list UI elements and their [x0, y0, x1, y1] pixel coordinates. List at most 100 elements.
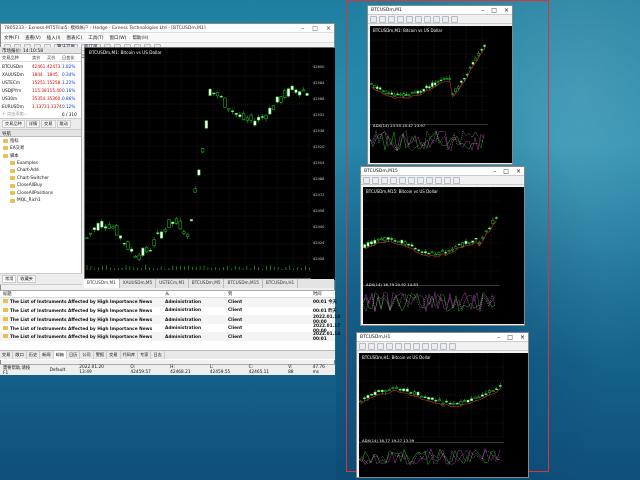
tool-icon[interactable] — [408, 177, 415, 184]
mailbox-row[interactable]: The List of Instruments Affected by High… — [0, 324, 335, 333]
maximize-icon[interactable]: □ — [491, 7, 497, 14]
toolbox-tab[interactable]: 警报 — [94, 351, 107, 359]
menu-view[interactable]: 查看(V) — [25, 35, 41, 41]
menu-tools[interactable]: 工具(T) — [88, 35, 103, 41]
tool-icon[interactable] — [388, 16, 395, 23]
main-chart[interactable]: 42600 42584 42568 42552 42536 42520 42504 42488… — [84, 47, 334, 279]
toolbox-tab[interactable]: 交易 — [107, 351, 120, 359]
tab-common[interactable]: 常用 — [2, 275, 16, 283]
market-watch-row[interactable]: US30m 35354. 35360. 0.86% — [0, 94, 81, 102]
market-watch-row[interactable]: BTCUSDm 42461. 42473. 1.82% — [0, 62, 81, 70]
market-watch-row[interactable]: USDJPYm 115.38 115.40 0.16% — [0, 86, 81, 94]
tab-details[interactable]: 详情 — [26, 120, 40, 128]
toolbox-tab[interactable]: 代码库 — [121, 351, 139, 359]
chart-tab[interactable]: XAUUSDm,M5 — [120, 279, 156, 288]
navigator-item[interactable]: CloseAllPositions — [0, 190, 81, 198]
col-title[interactable]: 标题 — [3, 291, 165, 297]
navigator-item[interactable]: Chart-Switcher — [0, 175, 81, 183]
market-watch-row[interactable]: EURUSDm 1.1373 1.1374 0.12% — [0, 102, 81, 110]
minimize-icon[interactable]: – — [493, 168, 496, 175]
tool-icon[interactable] — [442, 16, 449, 23]
mailbox-row[interactable]: The List of Instruments Affected by High… — [0, 307, 335, 316]
toolbox-tab[interactable]: 敞口 — [13, 351, 26, 359]
tool-icon[interactable] — [449, 343, 456, 350]
chart-tab[interactable]: BTCUSDm,M15 — [224, 279, 262, 288]
market-watch-row[interactable]: USTECm 15251. 15258. 1.22% — [0, 78, 81, 86]
close-icon[interactable]: × — [504, 7, 509, 14]
navigator-item[interactable]: EA交易 — [0, 145, 81, 153]
tool-icon[interactable] — [368, 343, 375, 350]
tool-icon[interactable] — [453, 177, 460, 184]
navigator-item[interactable]: 脚本 — [0, 152, 81, 160]
tool-icon[interactable] — [397, 16, 404, 23]
market-watch-row[interactable]: XAUUSDm 1844. 1845. 0.34% — [0, 70, 81, 78]
tool-icon[interactable] — [377, 343, 384, 350]
col-ask[interactable]: 买价 — [47, 55, 62, 61]
toolbox-tab[interactable]: 日志 — [151, 351, 164, 359]
minimize-icon[interactable]: – — [301, 25, 304, 32]
chart-plot[interactable]: BTCUSDm,H1: Bitcoin vs US Dollar ADX(14)… — [359, 353, 528, 477]
mailbox-row[interactable]: The List of Instruments Affected by High… — [0, 298, 335, 307]
tool-icon[interactable] — [395, 343, 402, 350]
col-to[interactable]: 到 — [228, 291, 313, 297]
menu-help[interactable]: 帮助(H) — [132, 35, 148, 41]
tool-icon[interactable] — [440, 343, 447, 350]
chart-window-m15[interactable]: BTCUSDm,M15 – □ × BTCUSDm,M15: Bitcoin vs U… — [360, 166, 525, 326]
tool-icon[interactable] — [424, 16, 431, 23]
toolbox-tab[interactable]: 交易 — [0, 351, 13, 359]
tool-icon[interactable] — [372, 177, 379, 184]
col-from[interactable]: 从 — [165, 291, 228, 297]
tool-icon[interactable] — [390, 177, 397, 184]
menu-insert[interactable]: 插入(I) — [47, 35, 61, 41]
tool-icon[interactable] — [404, 343, 411, 350]
tool-icon[interactable] — [399, 177, 406, 184]
tool-icon[interactable] — [433, 16, 440, 23]
tool-icon[interactable] — [386, 343, 393, 350]
tool-icon[interactable] — [379, 16, 386, 23]
tool-icon[interactable] — [413, 343, 420, 350]
close-icon[interactable]: × — [516, 168, 521, 175]
mailbox-row[interactable]: The List of Instruments Affected by High… — [0, 315, 335, 324]
tool-icon[interactable] — [435, 177, 442, 184]
tab-favorites[interactable]: 收藏夹 — [17, 275, 36, 283]
toolbox-tab[interactable]: 专家 — [138, 351, 151, 359]
chart-tab[interactable]: USTECm,M1 — [156, 279, 189, 288]
col-bid[interactable]: 卖价 — [32, 55, 47, 61]
chart-tab[interactable]: BTCUSDm,M5 — [189, 279, 225, 288]
tool-icon[interactable] — [426, 177, 433, 184]
toolbox-tab[interactable]: 历史 — [27, 351, 40, 359]
navigator-item[interactable]: Chart-Add — [0, 167, 81, 175]
close-icon[interactable]: × — [520, 334, 525, 341]
tool-icon[interactable] — [381, 177, 388, 184]
navigator-item[interactable]: 指标 — [0, 137, 81, 145]
close-icon[interactable]: × — [326, 25, 331, 32]
tool-icon[interactable] — [417, 177, 424, 184]
navigator-item[interactable]: Examples — [0, 160, 81, 168]
col-time[interactable]: 时间 — [313, 291, 338, 297]
tool-icon[interactable] — [415, 16, 422, 23]
tool-icon[interactable] — [370, 16, 377, 23]
toolbox-tab[interactable]: 新闻 — [40, 351, 53, 359]
minimize-icon[interactable]: – — [497, 334, 500, 341]
tool-icon[interactable] — [406, 16, 413, 23]
maximize-icon[interactable]: □ — [507, 334, 513, 341]
mailbox-row[interactable]: The List of Instruments Affected by High… — [0, 332, 335, 341]
chart-window-h1[interactable]: BTCUSDm,H1 – □ × BTCUSDm,H1: Bitcoin vs US … — [356, 332, 529, 478]
menu-file[interactable]: 文件(F) — [4, 35, 19, 41]
col-change[interactable]: 日变化 — [62, 55, 78, 61]
menu-chart[interactable]: 图表(C) — [67, 35, 83, 41]
tool-icon[interactable] — [359, 343, 366, 350]
chart-plot[interactable]: BTCUSDm,M15: Bitcoin vs US Dollar ADX(14… — [363, 187, 524, 324]
navigator-item[interactable]: MQL_Rich1 — [0, 197, 81, 205]
tool-icon[interactable] — [451, 16, 458, 23]
col-symbol[interactable]: 交易品种 — [2, 55, 32, 61]
chart-tab[interactable]: BTCUSDm,M1 — [84, 279, 120, 288]
maximize-icon[interactable]: □ — [312, 25, 318, 32]
toolbox-tab[interactable]: 日历 — [67, 351, 80, 359]
toolbox-tab[interactable]: 公司 — [80, 351, 93, 359]
navigator-item[interactable]: CloseAllBuy — [0, 182, 81, 190]
tool-icon[interactable] — [431, 343, 438, 350]
menu-window[interactable]: 窗口(W) — [109, 35, 126, 41]
maximize-icon[interactable]: □ — [503, 168, 509, 175]
tab-ticks[interactable]: 跳动 — [57, 120, 71, 128]
